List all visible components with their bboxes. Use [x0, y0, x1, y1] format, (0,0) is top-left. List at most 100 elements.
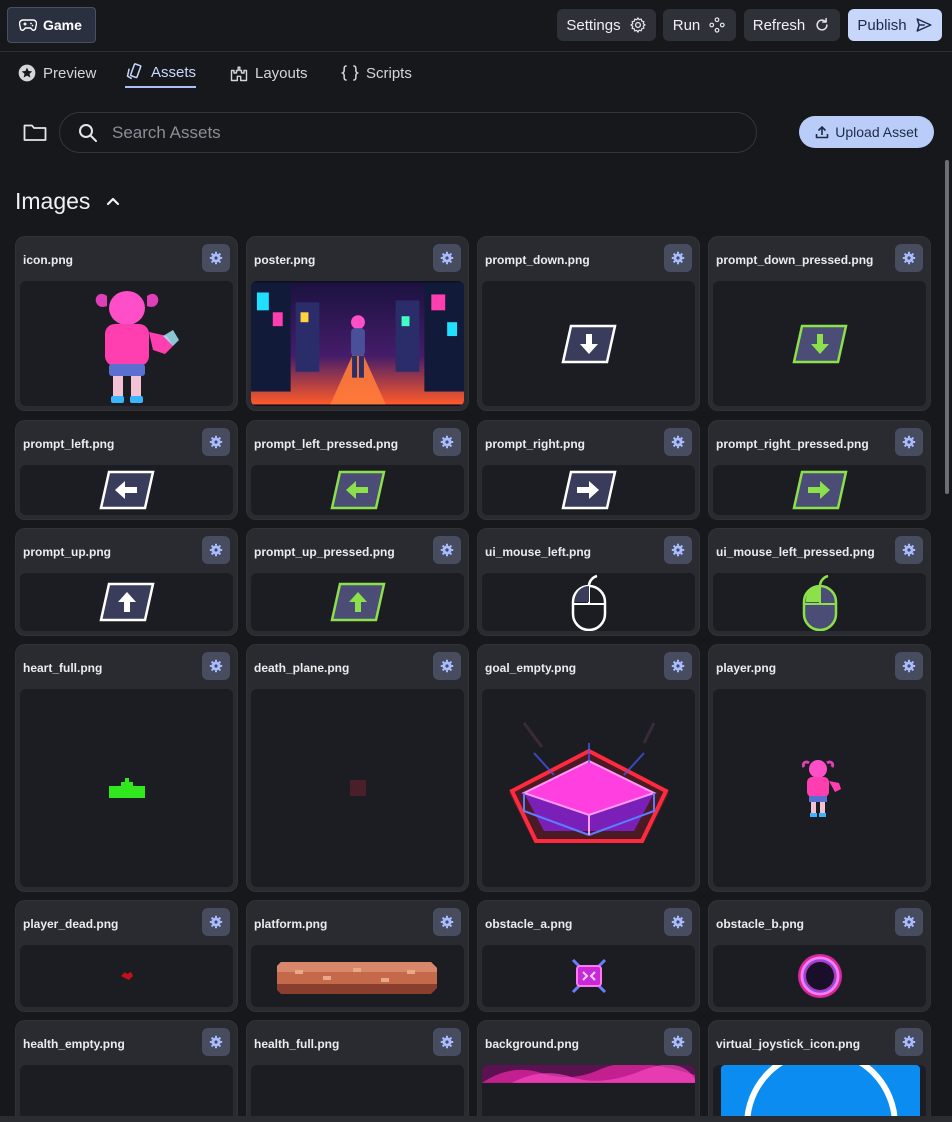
run-label: Run: [672, 16, 701, 34]
upload-asset-button[interactable]: Upload Asset: [799, 116, 934, 148]
asset-card[interactable]: player.png: [708, 644, 931, 892]
asset-settings-button[interactable]: [895, 1028, 923, 1056]
run-button[interactable]: Run: [663, 9, 736, 41]
asset-card[interactable]: prompt_right_pressed.png: [708, 420, 931, 520]
asset-settings-button[interactable]: [664, 536, 692, 564]
asset-card[interactable]: prompt_down.png: [477, 236, 700, 411]
asset-settings-button[interactable]: [664, 1028, 692, 1056]
asset-settings-button[interactable]: [433, 1028, 461, 1056]
refresh-icon: [816, 17, 828, 31]
asset-card[interactable]: prompt_up.png: [15, 528, 238, 636]
asset-card[interactable]: ui_mouse_left_pressed.png: [708, 528, 931, 636]
asset-settings-button[interactable]: [664, 244, 692, 272]
gamepad-icon: [19, 19, 37, 31]
asset-thumbnail: [251, 573, 464, 631]
asset-card[interactable]: health_full.png: [246, 1020, 469, 1122]
gear-icon: [440, 659, 454, 673]
assets-icon: [126, 63, 142, 80]
publish-label: Publish: [857, 16, 907, 34]
asset-card[interactable]: obstacle_a.png: [477, 900, 700, 1012]
gear-icon: [209, 915, 223, 929]
asset-settings-button[interactable]: [202, 536, 230, 564]
tab-scripts-label: Scripts: [366, 64, 412, 82]
key-prompt-left-pressed-image: [329, 470, 386, 510]
asset-settings-button[interactable]: [202, 908, 230, 936]
asset-settings-button[interactable]: [202, 244, 230, 272]
game-menu-label: Game: [43, 17, 82, 33]
key-prompt-right-pressed-image: [791, 470, 848, 510]
asset-settings-button[interactable]: [895, 908, 923, 936]
asset-name: platform.png: [254, 917, 328, 931]
asset-settings-button[interactable]: [433, 244, 461, 272]
star-icon: [18, 64, 36, 82]
mouse-left-pressed-image: [802, 574, 837, 631]
player-sprite-image: [801, 760, 841, 817]
asset-thumbnail: [482, 1065, 695, 1122]
asset-card[interactable]: obstacle_b.png: [708, 900, 931, 1012]
asset-card[interactable]: platform.png: [246, 900, 469, 1012]
asset-settings-button[interactable]: [895, 428, 923, 456]
settings-button[interactable]: Settings: [557, 9, 656, 41]
asset-settings-button[interactable]: [895, 536, 923, 564]
search-bar[interactable]: [59, 112, 757, 153]
scrollbar[interactable]: [945, 160, 949, 494]
refresh-button[interactable]: Refresh: [744, 9, 840, 41]
asset-settings-button[interactable]: [433, 536, 461, 564]
asset-card[interactable]: player_dead.png: [15, 900, 238, 1012]
asset-thumbnail: [251, 281, 464, 406]
asset-card[interactable]: ui_mouse_left.png: [477, 528, 700, 636]
asset-name: obstacle_b.png: [716, 917, 805, 931]
asset-card[interactable]: prompt_right.png: [477, 420, 700, 520]
tab-assets[interactable]: Assets: [125, 58, 197, 88]
gear-icon: [440, 251, 454, 265]
asset-name: poster.png: [254, 253, 316, 267]
asset-card[interactable]: prompt_up_pressed.png: [246, 528, 469, 636]
tab-scripts[interactable]: Scripts: [340, 58, 412, 88]
gear-icon: [209, 251, 223, 265]
search-input[interactable]: [112, 122, 712, 143]
asset-card[interactable]: health_empty.png: [15, 1020, 238, 1122]
publish-button[interactable]: Publish: [848, 9, 942, 41]
asset-name: prompt_up_pressed.png: [254, 545, 395, 559]
asset-settings-button[interactable]: [202, 428, 230, 456]
gear-icon: [209, 543, 223, 557]
asset-settings-button[interactable]: [895, 244, 923, 272]
asset-card[interactable]: prompt_left_pressed.png: [246, 420, 469, 520]
asset-settings-button[interactable]: [202, 652, 230, 680]
asset-card[interactable]: prompt_left.png: [15, 420, 238, 520]
asset-settings-button[interactable]: [433, 428, 461, 456]
asset-settings-button[interactable]: [664, 428, 692, 456]
asset-card[interactable]: heart_full.png: [15, 644, 238, 892]
asset-settings-button[interactable]: [664, 652, 692, 680]
folder-icon[interactable]: [22, 120, 48, 144]
asset-name: icon.png: [23, 253, 73, 267]
asset-card[interactable]: icon.png: [15, 236, 238, 411]
tab-layouts[interactable]: Layouts: [229, 58, 308, 88]
asset-card[interactable]: goal_empty.png: [477, 644, 700, 892]
tab-assets-label: Assets: [151, 63, 197, 81]
asset-settings-button[interactable]: [433, 652, 461, 680]
asset-card[interactable]: death_plane.png: [246, 644, 469, 892]
asset-settings-button[interactable]: [664, 908, 692, 936]
gear-icon: [902, 251, 916, 265]
tab-preview[interactable]: Preview: [17, 58, 96, 88]
key-prompt-down-image: [560, 324, 617, 363]
heart-full-image: [108, 778, 145, 798]
asset-settings-button[interactable]: [202, 1028, 230, 1056]
asset-settings-button[interactable]: [895, 652, 923, 680]
obstacle-a-image: [571, 958, 606, 994]
asset-card[interactable]: poster.png: [246, 236, 469, 411]
asset-card[interactable]: virtual_joystick_icon.png: [708, 1020, 931, 1122]
asset-thumbnail: [482, 945, 695, 1007]
chevron-up-icon[interactable]: [106, 196, 120, 206]
asset-card[interactable]: prompt_down_pressed.png: [708, 236, 931, 411]
asset-settings-button[interactable]: [433, 908, 461, 936]
key-prompt-left-image: [98, 470, 155, 510]
asset-card[interactable]: background.png: [477, 1020, 700, 1122]
images-section-header[interactable]: Images: [15, 186, 120, 216]
background-image: [482, 1065, 695, 1083]
game-menu-button[interactable]: Game: [7, 7, 96, 43]
asset-thumbnail: [251, 689, 464, 887]
asset-name: goal_empty.png: [485, 661, 577, 675]
asset-thumbnail: [482, 465, 695, 515]
